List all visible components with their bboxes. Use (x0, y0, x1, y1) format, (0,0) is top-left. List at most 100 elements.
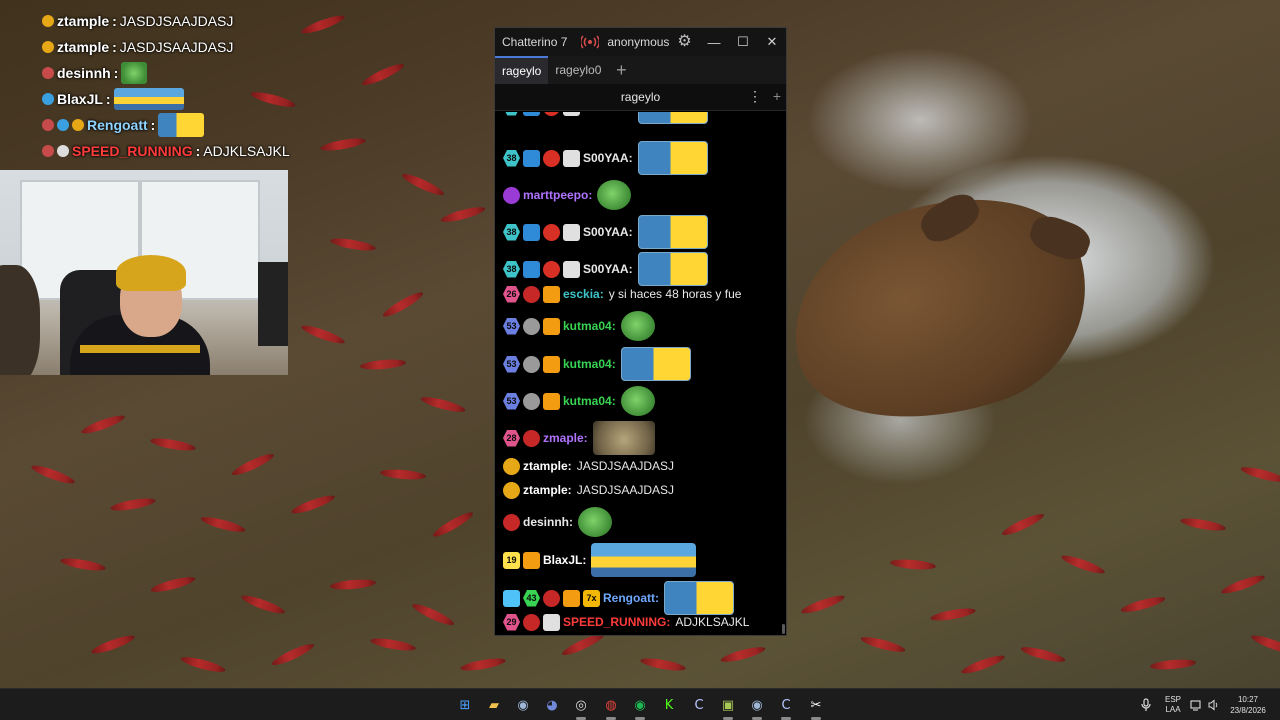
chat-badge-icon[interactable] (563, 260, 580, 278)
broadcast-icon[interactable] (580, 35, 601, 49)
settings-gear-icon[interactable]: ⚙ (677, 34, 691, 50)
tab-rageylo[interactable]: rageylo (495, 56, 549, 84)
dog-emote[interactable] (592, 421, 655, 455)
chat-badge-icon[interactable]: 53 (503, 355, 520, 373)
chat-message[interactable]: 38 S00YAA: (503, 214, 708, 250)
chat-badge-icon[interactable] (543, 392, 560, 410)
chat-badge-icon[interactable]: 38 (503, 260, 520, 278)
chatterino-icon[interactable]: C (690, 696, 708, 714)
microphone-icon[interactable] (1140, 689, 1152, 720)
chat-badge-icon[interactable] (543, 355, 560, 373)
chat-badge-icon[interactable] (543, 149, 560, 167)
add-split-button[interactable]: + (773, 88, 781, 104)
chat-badge-icon[interactable] (523, 223, 540, 241)
chat-badge-icon[interactable] (523, 392, 540, 410)
capcut-icon[interactable]: ✂ (807, 696, 825, 714)
obs-icon[interactable]: ◎ (572, 696, 590, 714)
pepe-emote[interactable] (578, 507, 612, 537)
add-tab-button[interactable]: + (608, 56, 634, 84)
chat-message[interactable]: 29 SPEED_RUNNING: ADJKLSAJKL (503, 612, 749, 632)
current-user-label[interactable]: anonymous (607, 35, 669, 49)
chat-badge-icon[interactable] (503, 589, 520, 607)
language-indicator[interactable]: ESP LAA (1162, 689, 1184, 720)
chat-badge-icon[interactable] (543, 223, 560, 241)
chat-message[interactable]: 53 kutma04: (503, 384, 655, 418)
chat-badge-icon[interactable] (523, 149, 540, 167)
chat-username[interactable]: kutma04: (563, 394, 616, 408)
chat-badge-icon[interactable] (523, 285, 540, 303)
duck-emote[interactable] (620, 347, 691, 381)
title-bar[interactable]: Chatterino 7 anonymous ⚙ — ☐ ✕ (495, 28, 786, 56)
chat-badge-icon[interactable]: 43 (523, 589, 540, 607)
chat-username[interactable]: SPEED_RUNNING: (563, 615, 670, 629)
minimize-button[interactable]: — (700, 28, 728, 56)
discord-icon[interactable]: ◕ (543, 696, 561, 714)
chat-message[interactable]: 43 7x Rengoatt: (503, 580, 734, 616)
spotify-icon[interactable]: ◉ (631, 696, 649, 714)
chat-username[interactable]: esckia: (563, 287, 604, 301)
chat-badge-icon[interactable]: 53 (503, 317, 520, 335)
pepe-emote[interactable] (620, 386, 655, 416)
chat-message[interactable]: 38 S00YAA: (503, 251, 708, 287)
chat-badge-icon[interactable] (503, 513, 520, 531)
chat-badge-icon[interactable] (523, 112, 540, 116)
chat-username[interactable]: desinnh: (523, 515, 573, 529)
chat-username[interactable]: S00YAA: (583, 112, 633, 114)
chat-username[interactable]: kutma04: (563, 357, 616, 371)
chat-badge-icon[interactable] (503, 457, 520, 475)
duck-emote[interactable] (664, 581, 734, 615)
chat-message[interactable]: desinnh: (503, 505, 612, 539)
duck-emote[interactable] (637, 252, 708, 286)
chat-badge-icon[interactable]: 29 (503, 613, 520, 631)
chat-username[interactable]: marttpeepo: (523, 188, 592, 202)
chat-username[interactable]: zmaple: (543, 431, 588, 445)
chat-badge-icon[interactable]: 7x (583, 589, 600, 607)
chat-username[interactable]: ztample: (523, 459, 572, 473)
chat-badge-icon[interactable] (563, 589, 580, 607)
chat-badge-icon[interactable]: 38 (503, 149, 520, 167)
chat-username[interactable]: S00YAA: (583, 225, 633, 239)
chat-badge-icon[interactable] (523, 551, 540, 569)
chat-badge-icon[interactable] (503, 481, 520, 499)
file-explorer-icon[interactable]: ▰ (485, 696, 503, 714)
steam-icon[interactable]: ◉ (514, 696, 532, 714)
chat-username[interactable]: Rengoatt: (603, 591, 659, 605)
pepe-emote[interactable] (620, 311, 655, 341)
chat-badge-icon[interactable] (563, 112, 580, 116)
chat-badge-icon[interactable] (523, 260, 540, 278)
chat-message[interactable]: marttpeepo: (503, 178, 632, 212)
chat-badge-icon[interactable] (543, 260, 560, 278)
windows-start-icon[interactable]: ⊞ (456, 696, 474, 714)
chat-username[interactable]: BlaxJL: (543, 553, 586, 567)
chat-message[interactable]: S00YAA: (503, 112, 708, 124)
chat-username[interactable]: S00YAA: (583, 262, 633, 276)
volume-icon[interactable] (1208, 699, 1220, 711)
chat-message[interactable]: 26 esckia: y si haces 48 horas y fue (503, 284, 741, 304)
chat-badge-icon[interactable] (563, 223, 580, 241)
channel-header[interactable]: rageylo ⋮ + (495, 84, 786, 111)
maximize-button[interactable]: ☐ (729, 28, 757, 56)
chat-badge-icon[interactable] (523, 613, 540, 631)
duck-emote[interactable] (637, 141, 708, 175)
system-clock[interactable]: 10:27 23/8/2026 (1226, 689, 1270, 720)
duck-emote[interactable] (637, 112, 708, 124)
chat-message-list[interactable]: S00YAA: 38 S00YAA: marttpeepo: 38 S00YAA: 38 S0… (495, 112, 786, 634)
chat-badge-icon[interactable]: 26 (503, 285, 520, 303)
chat-badge-icon[interactable]: 28 (503, 429, 520, 447)
close-button[interactable]: ✕ (758, 28, 786, 56)
chat-badge-icon[interactable] (523, 429, 540, 447)
tab-rageylo0[interactable]: rageylo0 (548, 56, 608, 84)
chrome-icon[interactable]: ◍ (602, 696, 620, 714)
chatterino-icon[interactable]: C (777, 696, 795, 714)
chat-badge-icon[interactable] (503, 112, 520, 116)
network-icon[interactable] (1190, 699, 1202, 711)
chat-badge-icon[interactable] (543, 589, 560, 607)
chat-message[interactable]: 53 kutma04: (503, 309, 655, 343)
chat-badge-icon[interactable] (523, 317, 540, 335)
minion-emote[interactable] (591, 543, 697, 577)
chat-badge-icon[interactable] (543, 285, 560, 303)
chat-badge-icon[interactable] (543, 317, 560, 335)
chat-message[interactable]: 28 zmaple: (503, 420, 655, 456)
chat-username[interactable]: kutma04: (563, 319, 616, 333)
chat-badge-icon[interactable]: 38 (503, 223, 520, 241)
